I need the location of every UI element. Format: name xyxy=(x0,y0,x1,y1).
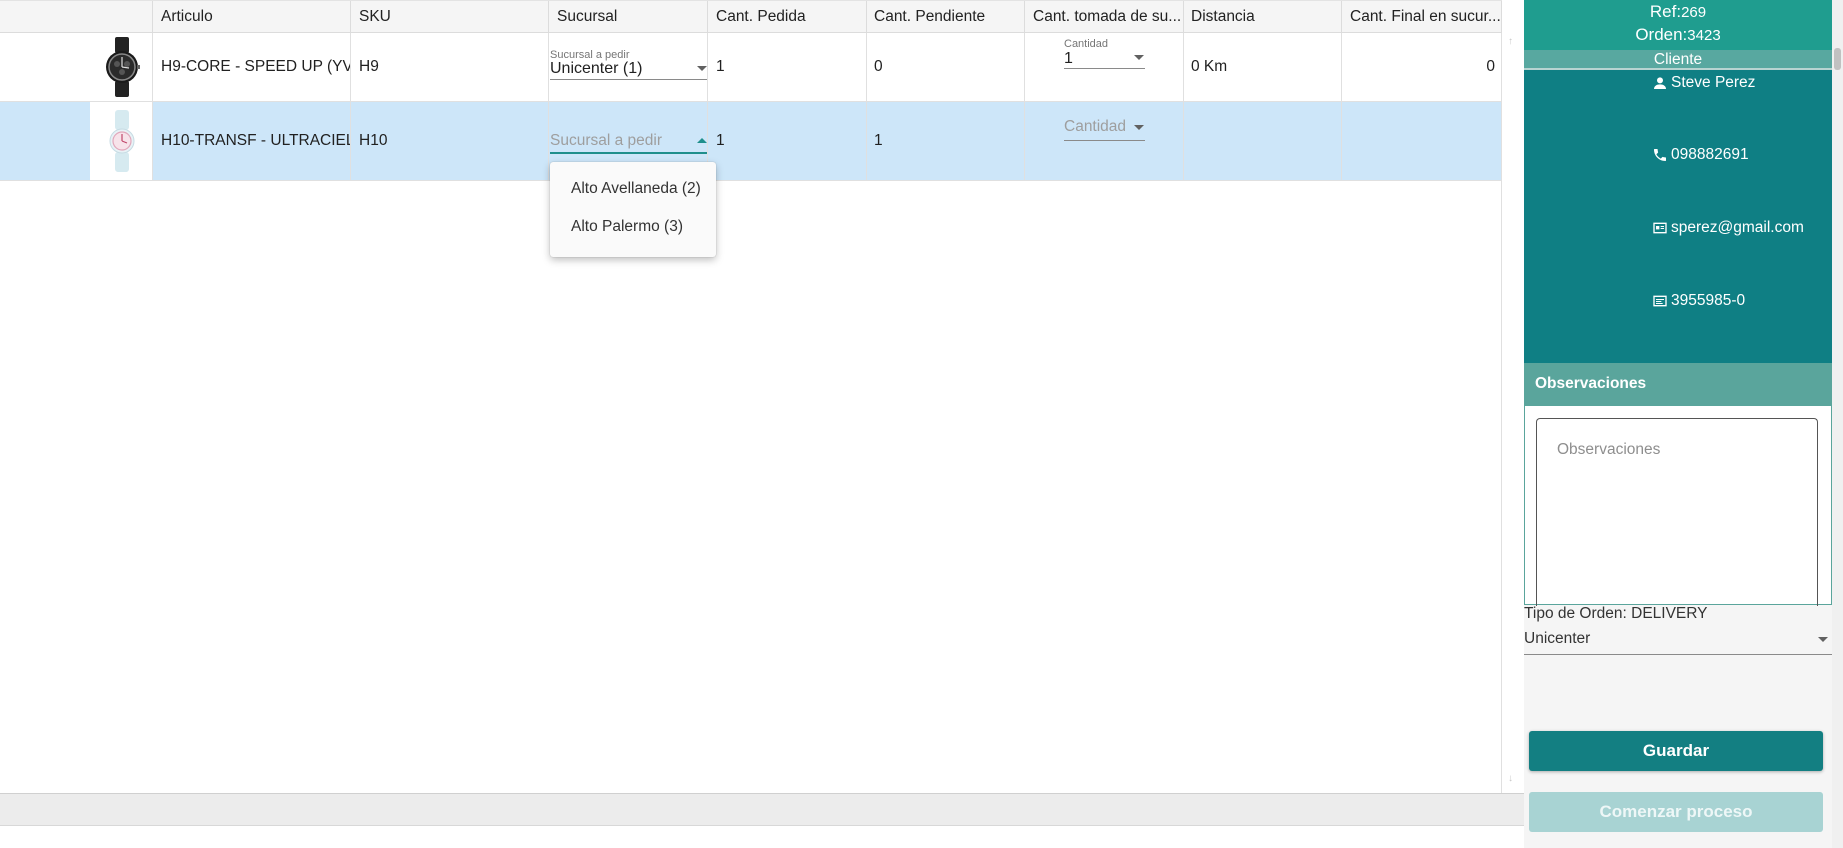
page-scrollbar[interactable] xyxy=(1832,0,1843,848)
sku-cell: H10 xyxy=(351,102,549,180)
orden-value: 3423 xyxy=(1687,27,1721,44)
order-side-panel: Ref:269 Orden:3423 Cliente Steve Perez 0… xyxy=(1524,0,1832,848)
select-underline xyxy=(1064,68,1145,69)
dropdown-option-alto-avellaneda[interactable]: Alto Avellaneda (2) xyxy=(550,170,716,208)
dropdown-option-alto-palermo[interactable]: Alto Palermo (3) xyxy=(550,208,716,246)
client-name-row: Steve Perez xyxy=(1652,74,1755,92)
cantidad-select[interactable]: Cantidad 1 xyxy=(1064,38,1145,69)
cant-tomada-cell: Cantidad 1 xyxy=(1025,33,1184,101)
tipo-orden-label: Tipo de Orden: DELIVERY xyxy=(1524,605,1708,622)
client-name: Steve Perez xyxy=(1671,74,1756,91)
sucursal-order-select[interactable]: Unicenter xyxy=(1524,629,1832,655)
header-sku[interactable]: SKU xyxy=(351,1,549,33)
watch-pastel-thumbnail xyxy=(90,102,152,180)
chevron-down-icon xyxy=(1134,55,1144,60)
guardar-button[interactable]: Guardar xyxy=(1529,731,1823,771)
header-image[interactable] xyxy=(0,1,153,33)
client-section-title: Cliente xyxy=(1524,50,1832,70)
cant-final-cell: 0 xyxy=(1342,33,1502,101)
cantidad-select[interactable]: Cantidad xyxy=(1064,117,1145,141)
ref-value: 269 xyxy=(1681,4,1707,21)
chevron-down-icon xyxy=(1818,637,1828,642)
sucursal-select-open[interactable]: Sucursal a pedir xyxy=(550,126,707,154)
id-card-icon xyxy=(1653,295,1667,307)
scroll-down-arrow-icon[interactable]: ↓ xyxy=(1508,773,1513,784)
observaciones-title: Observaciones xyxy=(1524,363,1832,405)
ref-line: Ref:269 xyxy=(1524,2,1832,22)
select-underline xyxy=(550,79,707,80)
cantidad-select-placeholder: Cantidad xyxy=(1064,118,1127,135)
grid-header: Articulo SKU Sucursal Cant. Pedida Cant.… xyxy=(0,0,1502,33)
ref-label: Ref: xyxy=(1649,2,1682,21)
person-icon xyxy=(1654,77,1666,89)
grid-area: Articulo SKU Sucursal Cant. Pedida Cant.… xyxy=(0,0,1524,848)
articulo-cell: H10-TRANSF - ULTRACIEL... xyxy=(153,102,351,180)
client-phone-row: 098882691 xyxy=(1652,146,1749,164)
observaciones-placeholder: Observaciones xyxy=(1557,441,1661,458)
scroll-up-arrow-icon[interactable]: ↑ xyxy=(1508,36,1513,47)
sucursal-dropdown-menu: Alto Avellaneda (2) Alto Palermo (3) xyxy=(550,162,716,257)
sucursal-cell: Sucursal a pedir Unicenter (1) xyxy=(549,33,708,101)
contact-card-icon xyxy=(1653,222,1667,234)
select-underline-active xyxy=(550,152,707,154)
header-distancia[interactable]: Distancia xyxy=(1183,1,1342,33)
table-row[interactable]: H9-CORE - SPEED UP (YV... H9 Sucursal a … xyxy=(0,33,1502,102)
header-cant-pedida[interactable]: Cant. Pedida xyxy=(708,1,867,33)
grid-footer xyxy=(0,793,1524,826)
sucursal-select-value: Unicenter (1) xyxy=(550,60,643,77)
cant-final-cell xyxy=(1342,102,1502,180)
distancia-cell xyxy=(1183,102,1342,180)
client-card: Steve Perez 098882691 sperez@gmail.com 3… xyxy=(1524,70,1832,363)
header-cant-final[interactable]: Cant. Final en sucur... xyxy=(1342,1,1502,33)
grid-vertical-scrollbar[interactable]: ↑ ↓ xyxy=(1502,33,1524,793)
cant-pendiente-cell: 0 xyxy=(866,33,1025,101)
cant-pedida-cell: 1 xyxy=(708,33,867,101)
watch-black-thumbnail xyxy=(90,33,152,101)
table-row-selected[interactable]: H10-TRANSF - ULTRACIEL... H10 Sucursal a… xyxy=(0,102,1502,181)
client-email: sperez@gmail.com xyxy=(1671,219,1804,236)
orden-line: Orden:3423 xyxy=(1524,25,1832,45)
sku-cell: H9 xyxy=(351,33,549,101)
cant-tomada-cell: Cantidad xyxy=(1025,102,1184,180)
cant-pedida-cell: 1 xyxy=(708,102,867,180)
cantidad-select-label: Cantidad xyxy=(1064,38,1109,50)
chevron-down-icon xyxy=(1134,125,1144,130)
comenzar-proceso-button[interactable]: Comenzar proceso xyxy=(1529,792,1823,832)
client-document: 3955985-0 xyxy=(1671,292,1746,309)
observaciones-container: Observaciones xyxy=(1524,405,1832,606)
cant-pendiente-cell: 1 xyxy=(866,102,1025,180)
distancia-cell: 0 Km xyxy=(1183,33,1342,101)
cantidad-select-value: 1 xyxy=(1064,50,1073,67)
header-cant-tomada[interactable]: Cant. tomada de su... xyxy=(1025,1,1184,33)
page-scrollbar-thumb[interactable] xyxy=(1834,48,1841,70)
observaciones-textarea[interactable]: Observaciones xyxy=(1536,418,1818,606)
client-email-row: sperez@gmail.com xyxy=(1652,219,1804,237)
sucursal-order-value: Unicenter xyxy=(1524,630,1591,647)
watch-icon xyxy=(109,110,134,172)
header-articulo[interactable]: Articulo xyxy=(153,1,351,33)
articles-grid: Articulo SKU Sucursal Cant. Pedida Cant.… xyxy=(0,0,1502,793)
chevron-up-icon xyxy=(697,138,707,143)
orden-label: Orden: xyxy=(1635,25,1688,44)
select-underline xyxy=(1064,140,1145,141)
client-document-row: 3955985-0 xyxy=(1652,292,1745,310)
client-phone: 098882691 xyxy=(1671,146,1749,163)
header-sucursal[interactable]: Sucursal xyxy=(549,1,708,33)
header-cant-pendiente[interactable]: Cant. Pendiente xyxy=(866,1,1025,33)
image-cell xyxy=(0,102,153,180)
image-cell xyxy=(0,33,153,101)
watch-icon xyxy=(105,37,140,97)
sucursal-select-placeholder: Sucursal a pedir xyxy=(550,132,663,149)
order-header: Ref:269 Orden:3423 xyxy=(1524,0,1832,51)
phone-icon xyxy=(1654,149,1666,161)
chevron-down-icon xyxy=(697,66,707,71)
articulo-cell: H9-CORE - SPEED UP (YV... xyxy=(153,33,351,101)
sucursal-select[interactable]: Sucursal a pedir Unicenter (1) xyxy=(550,49,707,80)
